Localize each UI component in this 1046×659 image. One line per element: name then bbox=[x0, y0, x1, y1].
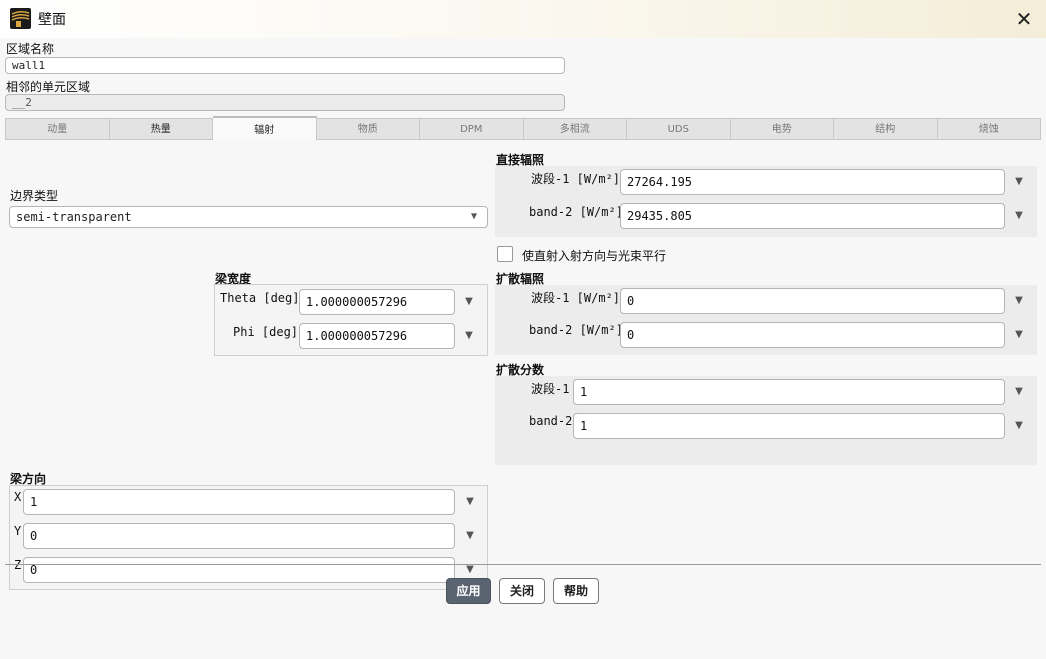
fraction-band2-label: band-2 bbox=[529, 414, 573, 428]
z-input[interactable]: 0 bbox=[23, 557, 455, 583]
tab-potential[interactable]: 电势 bbox=[730, 118, 834, 140]
close-icon[interactable]: ✕ bbox=[1008, 4, 1040, 34]
beam-width-group: Theta [deg] 1.000000057296 ▼ Phi [deg] 1… bbox=[214, 284, 488, 356]
phi-dropdown-icon[interactable]: ▼ bbox=[462, 329, 476, 343]
title-bar: 壁面 ✕ bbox=[0, 0, 1046, 38]
y-input[interactable]: 0 bbox=[23, 523, 455, 549]
diffuse-band2-label: band-2 [W/m²] bbox=[529, 323, 623, 337]
direct-band1-input[interactable]: 27264.195 bbox=[620, 169, 1005, 195]
help-button[interactable]: 帮助 bbox=[553, 578, 599, 604]
x-label: X bbox=[14, 490, 22, 504]
diffuse-fraction-group: 波段-1 1 ▼ band-2 1 ▼ bbox=[495, 376, 1037, 465]
dialog-body: 区域名称 wall1 相邻的单元区域 __2 动量 热量 辐射 物质 DPM 多… bbox=[0, 38, 1046, 659]
tab-uds[interactable]: UDS bbox=[627, 118, 731, 140]
diffuse-irradiation-group: 波段-1 [W/m²] 0 ▼ band-2 [W/m²] 0 ▼ bbox=[495, 285, 1037, 355]
diffuse-band1-input[interactable]: 0 bbox=[620, 288, 1005, 314]
fraction-band2-dropdown-icon[interactable]: ▼ bbox=[1012, 419, 1026, 433]
y-dropdown-icon[interactable]: ▼ bbox=[463, 529, 477, 543]
direct-band2-dropdown-icon[interactable]: ▼ bbox=[1012, 209, 1026, 223]
diffuse-band2-input[interactable]: 0 bbox=[620, 322, 1005, 348]
direct-irradiation-group: 波段-1 [W/m²] 27264.195 ▼ band-2 [W/m²] 29… bbox=[495, 166, 1037, 237]
tab-species[interactable]: 物质 bbox=[316, 118, 420, 140]
tab-structure[interactable]: 结构 bbox=[834, 118, 938, 140]
tab-momentum[interactable]: 动量 bbox=[5, 118, 110, 140]
theta-input[interactable]: 1.000000057296 bbox=[299, 289, 455, 315]
fraction-band1-label: 波段-1 bbox=[531, 382, 570, 396]
x-dropdown-icon[interactable]: ▼ bbox=[463, 495, 477, 509]
parallel-beam-checkbox[interactable] bbox=[497, 246, 513, 262]
fraction-band2-input[interactable]: 1 bbox=[573, 413, 1005, 439]
tab-bar: 动量 热量 辐射 物质 DPM 多相流 UDS 电势 结构 烧蚀 bbox=[5, 116, 1041, 141]
beam-direction-group: X 1 ▼ Y 0 ▼ Z 0 ▼ bbox=[9, 485, 488, 590]
direct-band1-dropdown-icon[interactable]: ▼ bbox=[1012, 175, 1026, 189]
radiation-panel: 边界类型 semi-transparent ▼ 梁宽度 Theta [deg] … bbox=[5, 142, 1041, 595]
boundary-type-label: 边界类型 bbox=[10, 189, 59, 203]
tab-multiphase[interactable]: 多相流 bbox=[523, 118, 627, 140]
direct-band2-input[interactable]: 29435.805 bbox=[620, 203, 1005, 229]
x-input[interactable]: 1 bbox=[23, 489, 455, 515]
close-button[interactable]: 关闭 bbox=[499, 578, 545, 604]
z-dropdown-icon[interactable]: ▼ bbox=[463, 563, 477, 577]
fraction-band1-dropdown-icon[interactable]: ▼ bbox=[1012, 385, 1026, 399]
tab-radiation[interactable]: 辐射 bbox=[213, 116, 317, 140]
adjacent-zone-label: 相邻的单元区域 bbox=[6, 80, 91, 94]
direct-band2-label: band-2 [W/m²] bbox=[529, 205, 623, 219]
z-label: Z bbox=[14, 558, 22, 572]
parallel-beam-label: 使直射入射方向与光束平行 bbox=[522, 249, 667, 263]
tab-dpm[interactable]: DPM bbox=[420, 118, 524, 140]
phi-label: Phi [deg] bbox=[233, 325, 299, 339]
y-label: Y bbox=[14, 524, 22, 538]
window-title: 壁面 bbox=[38, 12, 66, 28]
zone-name-label: 区域名称 bbox=[6, 42, 55, 56]
theta-label: Theta [deg] bbox=[220, 291, 300, 305]
footer-divider bbox=[5, 564, 1041, 565]
phi-input[interactable]: 1.000000057296 bbox=[299, 323, 455, 349]
tab-thermal[interactable]: 热量 bbox=[109, 118, 213, 140]
chevron-down-icon: ▼ bbox=[470, 211, 478, 222]
apply-button[interactable]: 应用 bbox=[446, 578, 491, 604]
diffuse-band1-dropdown-icon[interactable]: ▼ bbox=[1012, 294, 1026, 308]
theta-dropdown-icon[interactable]: ▼ bbox=[462, 295, 476, 309]
tab-ablation[interactable]: 烧蚀 bbox=[937, 118, 1041, 140]
boundary-type-select[interactable]: semi-transparent ▼ bbox=[9, 206, 488, 228]
diffuse-band2-dropdown-icon[interactable]: ▼ bbox=[1012, 328, 1026, 342]
zone-name-input[interactable]: wall1 bbox=[5, 57, 565, 74]
direct-band1-label: 波段-1 [W/m²] bbox=[531, 172, 621, 186]
fraction-band1-input[interactable]: 1 bbox=[573, 379, 1005, 405]
diffuse-band1-label: 波段-1 [W/m²] bbox=[531, 291, 621, 305]
fluent-app-icon bbox=[10, 8, 31, 29]
boundary-type-value: semi-transparent bbox=[16, 210, 132, 224]
adjacent-zone-field: __2 bbox=[5, 94, 565, 111]
